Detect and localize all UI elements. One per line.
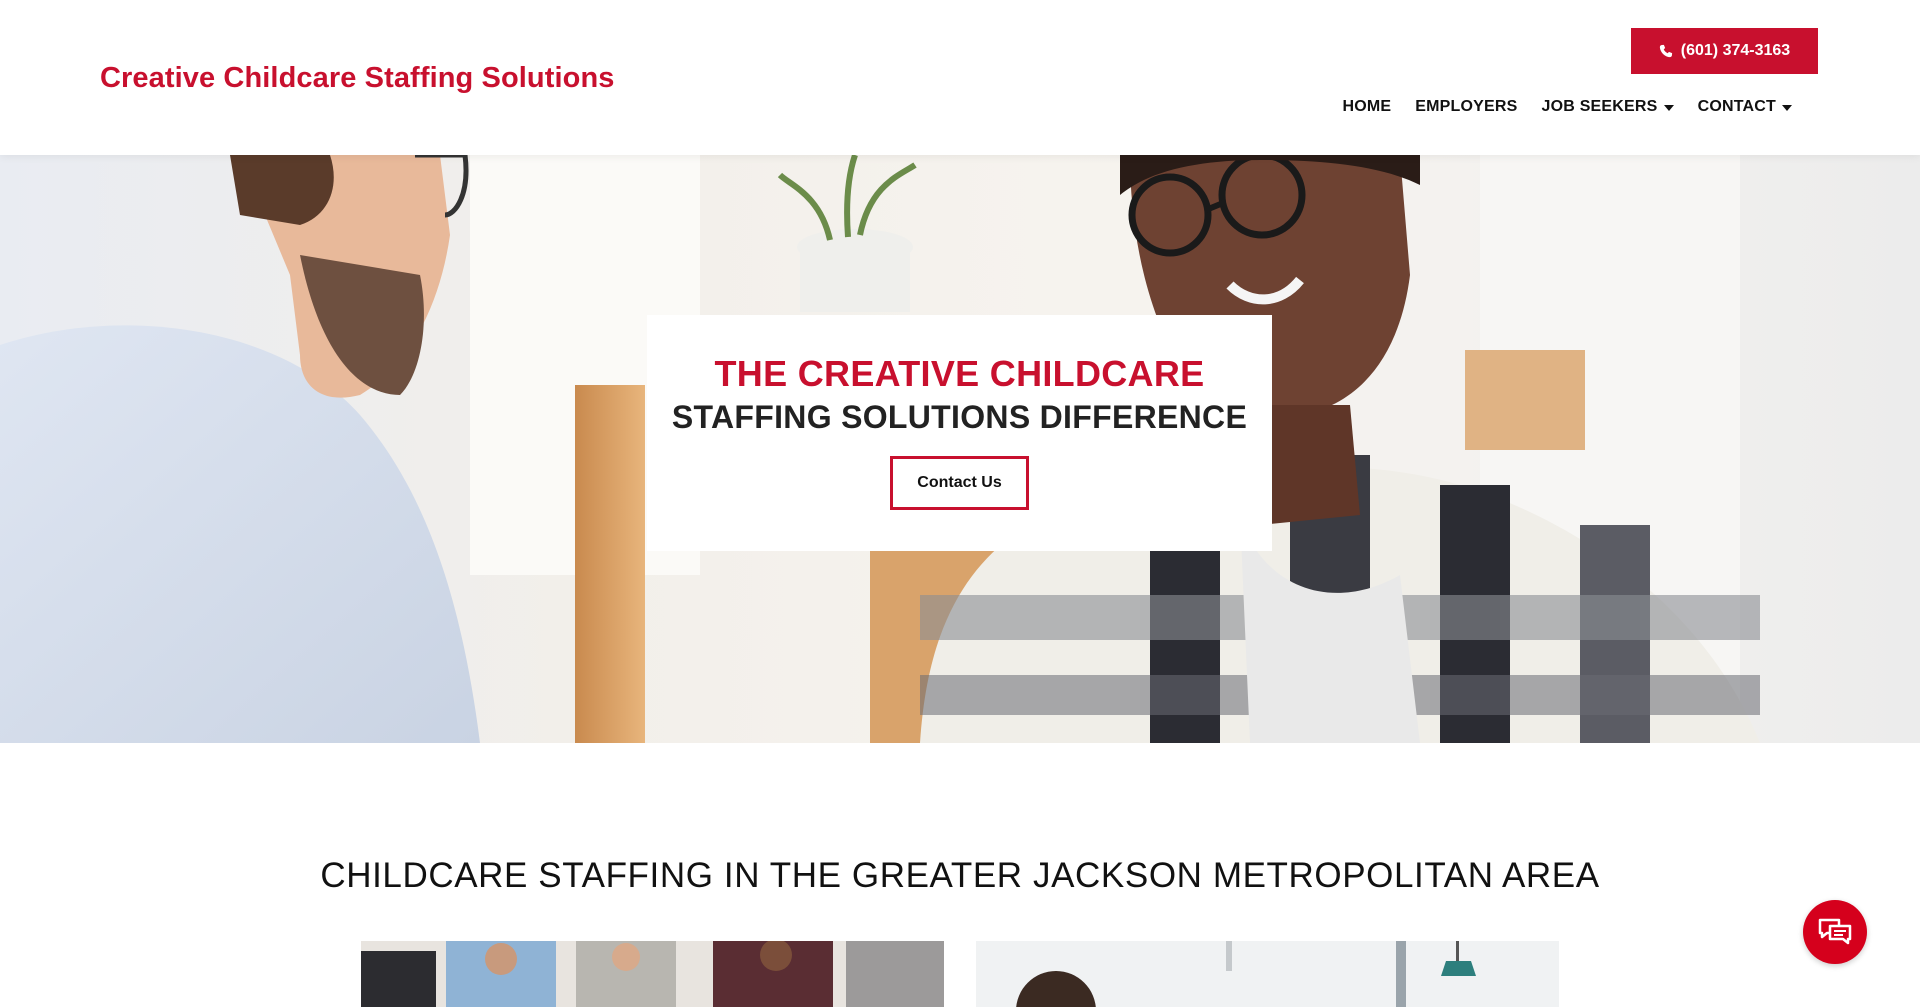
main-nav: HOME EMPLOYERS JOB SEEKERS CONTACT [1330, 98, 1804, 116]
hero-card: THE CREATIVE CHILDCARE STAFFING SOLUTION… [647, 315, 1272, 551]
nav-item-home[interactable]: HOME [1330, 98, 1403, 116]
chat-widget-button[interactable] [1803, 900, 1867, 964]
section-title: CHILDCARE STAFFING IN THE GREATER JACKSO… [320, 856, 1600, 895]
nav-item-label: HOME [1342, 98, 1392, 115]
brand-logo-link[interactable]: Creative Childcare Staffing Solutions [100, 62, 615, 95]
phone-call-button[interactable]: (601) 374-3163 [1631, 28, 1818, 74]
nav-item-employers[interactable]: EMPLOYERS [1403, 98, 1529, 116]
nav-item-contact[interactable]: CONTACT [1686, 98, 1804, 116]
office-image [976, 941, 1559, 1007]
nav-item-label: EMPLOYERS [1415, 98, 1518, 115]
hero-title-line-2: STAFFING SOLUTIONS DIFFERENCE [671, 399, 1248, 435]
hero-title-line-1: THE CREATIVE CHILDCARE [714, 353, 1205, 394]
staff-group-image [361, 941, 944, 1007]
phone-number-label: (601) 374-3163 [1680, 42, 1791, 59]
phone-icon [1659, 44, 1672, 58]
chevron-down-icon [1663, 104, 1674, 111]
nav-item-label: CONTACT [1697, 98, 1776, 115]
nav-item-job-seekers[interactable]: JOB SEEKERS [1530, 98, 1686, 116]
chevron-down-icon [1782, 104, 1792, 111]
contact-us-button[interactable]: Contact Us [890, 456, 1029, 510]
chat-icon [1818, 918, 1852, 945]
site-header: Creative Childcare Staffing Solutions (6… [0, 0, 1920, 155]
hero-banner: THE CREATIVE CHILDCARE STAFFING SOLUTION… [0, 155, 1920, 743]
nav-item-label: JOB SEEKERS [1541, 98, 1658, 115]
